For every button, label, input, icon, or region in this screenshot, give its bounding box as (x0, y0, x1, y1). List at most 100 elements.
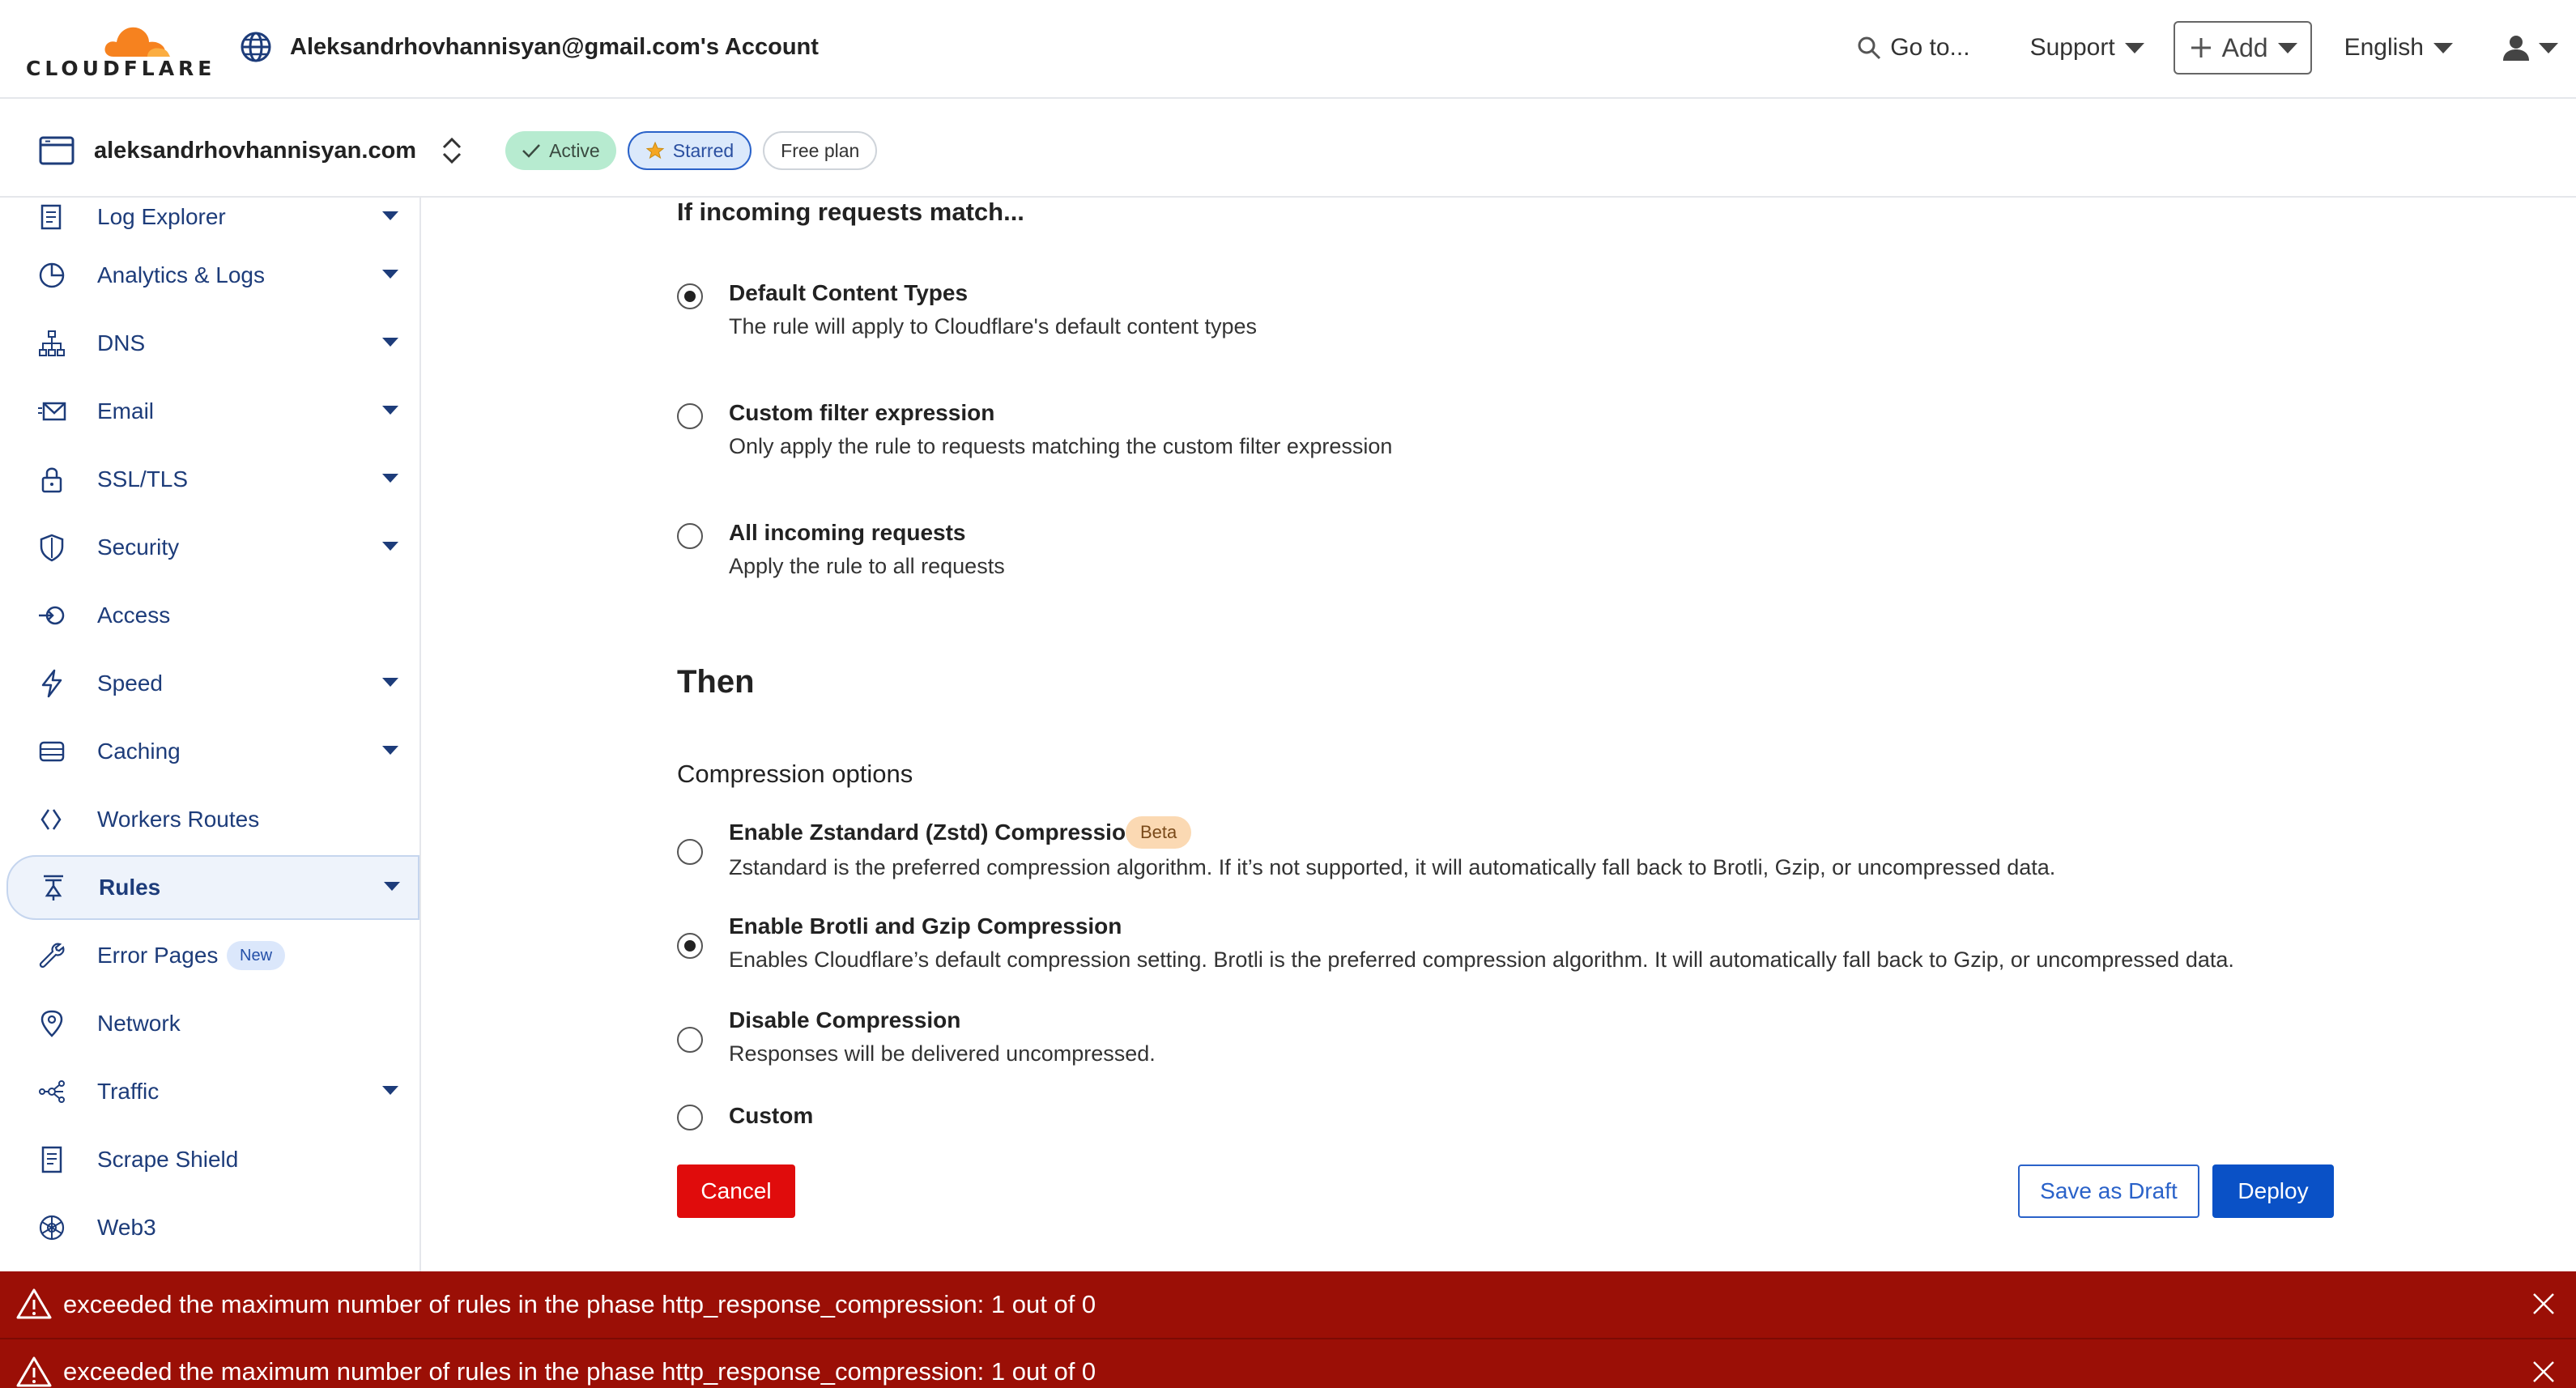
chevron-down-icon (2433, 42, 2453, 53)
check-icon (522, 144, 541, 158)
account-name: Aleksandrhovhannisyan@gmail.com's Accoun… (290, 33, 819, 60)
wrench-icon (37, 941, 66, 970)
zone-badges: Active Starred Free plan (505, 131, 878, 170)
caching-icon (37, 737, 66, 766)
error-message: exceeded the maximum number of rules in … (63, 1357, 1096, 1386)
chevron-down-icon[interactable] (382, 744, 398, 759)
sidebar-item-ssl-tls[interactable]: SSL/TLS (6, 447, 419, 512)
radio-button[interactable] (677, 1027, 703, 1053)
chevron-down-icon[interactable] (382, 404, 398, 419)
sidebar-item-caching[interactable]: Caching (6, 719, 419, 784)
sidebar-item-rules[interactable]: Rules (6, 855, 419, 920)
add-label: Add (2221, 32, 2268, 62)
warning-icon (16, 1356, 52, 1387)
document-icon (37, 1145, 66, 1174)
starred-badge[interactable]: Starred (627, 131, 752, 170)
beta-badge: Beta (1126, 816, 1192, 849)
user-icon (2503, 36, 2529, 61)
zone-name[interactable]: aleksandrhovhannisyan.com (94, 138, 416, 164)
chevron-down-icon[interactable] (382, 540, 398, 555)
radio-button[interactable] (677, 283, 703, 309)
close-icon[interactable] (2531, 1291, 2557, 1317)
sidebar-item-label: Security (97, 534, 180, 560)
deploy-button[interactable]: Deploy (2212, 1164, 2334, 1218)
lightning-icon (37, 669, 66, 698)
sidebar-item-network[interactable]: Network (6, 991, 419, 1056)
account-switcher[interactable]: Aleksandrhovhannisyan@gmail.com's Accoun… (240, 31, 819, 63)
option-title: Enable Zstandard (Zstd) Compression (729, 820, 1140, 845)
sidebar-item-security[interactable]: Security (6, 515, 419, 580)
sidebar-item-label: DNS (97, 330, 146, 356)
option-title: Enable Brotli and Gzip Compression (729, 913, 1122, 939)
language-selector[interactable]: English (2344, 34, 2453, 62)
sidebar-item-error-pages[interactable]: Error Pages New (6, 923, 419, 988)
option-description: Zstandard is the preferred compression a… (729, 855, 2056, 879)
match-heading: If incoming requests match... (677, 198, 1024, 226)
plan-badge[interactable]: Free plan (763, 131, 878, 170)
support-label: Support (2029, 34, 2115, 61)
chevron-down-icon[interactable] (382, 676, 398, 691)
sidebar-item-access[interactable]: Access (6, 583, 419, 648)
logo-text: CLOUDFLARE (26, 57, 216, 80)
sidebar-item-dns[interactable]: DNS (6, 311, 419, 376)
sidebar-item-scrape-shield[interactable]: Scrape Shield (6, 1127, 419, 1192)
sidebar-item-label: Scrape Shield (97, 1147, 239, 1172)
chevron-down-icon[interactable] (382, 210, 398, 224)
sidebar-item-label: Email (97, 398, 155, 424)
shield-icon (37, 533, 66, 562)
option-description: The rule will apply to Cloudflare's defa… (729, 314, 1258, 338)
star-icon (645, 141, 665, 160)
option-title: All incoming requests (729, 520, 966, 545)
chevron-down-icon[interactable] (382, 472, 398, 487)
zone-bar: aleksandrhovhannisyan.com Active Starred… (0, 99, 2576, 198)
globe-icon (241, 32, 271, 62)
then-heading: Then (677, 664, 755, 700)
radio-button[interactable] (677, 1105, 703, 1130)
cancel-button[interactable]: Cancel (677, 1164, 795, 1218)
analytics-icon (37, 261, 66, 290)
sidebar-item-analytics-logs[interactable]: Analytics & Logs (6, 243, 419, 308)
radio-button[interactable] (677, 839, 703, 865)
email-icon (37, 397, 66, 426)
sidebar-item-speed[interactable]: Speed (6, 651, 419, 716)
status-label: Active (549, 139, 600, 161)
rules-icon (39, 873, 68, 902)
chevron-down-icon[interactable] (382, 268, 398, 283)
option-title: Custom filter expression (729, 400, 995, 425)
chevron-down-icon[interactable] (382, 1084, 398, 1099)
dns-icon (37, 329, 66, 358)
add-button[interactable]: Add (2173, 21, 2312, 75)
sidebar-item-label: Log Explorer (97, 204, 226, 229)
sidebar-item-web3[interactable]: Web3 (6, 1195, 419, 1260)
chevron-down-icon (2124, 42, 2144, 53)
goto-label: Go to... (1890, 34, 1970, 61)
main-content: If incoming requests match... Default Co… (423, 198, 2576, 1271)
close-icon[interactable] (2531, 1359, 2557, 1385)
log-explorer-icon (37, 202, 66, 232)
sidebar-item-log-explorer[interactable]: Log Explorer (6, 185, 419, 249)
sidebar: Log Explorer Analytics & Logs DNS Email SSL/… (0, 198, 421, 1271)
save-draft-button[interactable]: Save as Draft (2018, 1164, 2199, 1218)
sidebar-item-traffic[interactable]: Traffic (6, 1059, 419, 1124)
radio-button[interactable] (677, 523, 703, 549)
radio-button[interactable] (677, 933, 703, 959)
chevron-down-icon[interactable] (384, 880, 400, 895)
user-menu[interactable] (2501, 33, 2558, 62)
sidebar-item-label: Access (97, 602, 171, 628)
sort-arrows-icon[interactable] (441, 136, 463, 165)
error-toast: exceeded the maximum number of rules in … (0, 1338, 2576, 1388)
chevron-down-icon[interactable] (382, 336, 398, 351)
support-menu[interactable]: Support (2030, 34, 2144, 62)
radio-button[interactable] (677, 403, 703, 429)
location-pin-icon (37, 1009, 66, 1038)
cloudflare-logo[interactable]: CLOUDFLARE (26, 15, 211, 80)
plus-icon (2191, 38, 2211, 57)
sidebar-item-label: SSL/TLS (97, 466, 189, 492)
goto-button[interactable]: Go to... (1856, 34, 1970, 62)
option-description: Only apply the rule to requests matching… (729, 434, 1393, 458)
sidebar-item-workers-routes[interactable]: Workers Routes (6, 787, 419, 852)
warning-icon (16, 1288, 52, 1319)
sidebar-item-email[interactable]: Email (6, 379, 419, 444)
web3-icon (37, 1213, 66, 1242)
sidebar-item-label: Caching (97, 739, 181, 764)
